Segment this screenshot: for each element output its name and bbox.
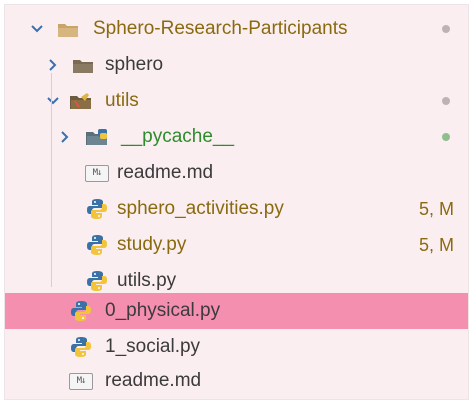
tree-item-study[interactable]: study.py 5, M: [5, 227, 468, 263]
tree-item-label: utils.py: [117, 270, 177, 291]
tree-item-label: sphero: [105, 54, 164, 75]
utils-folder-icon: [69, 89, 93, 113]
tree-item-label: sphero_activities.py: [117, 198, 284, 219]
markdown-file-icon: M↓: [69, 369, 93, 393]
python-file-icon: [85, 197, 109, 221]
tree-item-root-readme[interactable]: M↓ readme.md: [5, 363, 468, 399]
tree-item-label: 0_physical.py: [105, 300, 221, 321]
python-file-icon: [85, 233, 109, 257]
modified-dot: [442, 25, 450, 33]
chevron-right-icon[interactable]: [45, 57, 61, 73]
tree-item-root-folder[interactable]: Sphero-Research-Participants: [5, 11, 468, 47]
tree-item-label: readme.md: [117, 162, 214, 183]
chevron-right-icon[interactable]: [57, 129, 73, 145]
chevron-down-icon[interactable]: [29, 21, 45, 37]
tree-item-label: __pycache__: [121, 126, 235, 147]
tree-item-sphero-folder[interactable]: sphero: [5, 47, 468, 83]
modified-dot: [442, 97, 450, 105]
tree-item-label: 1_social.py: [105, 336, 201, 357]
tree-item-label: readme.md: [105, 370, 202, 391]
pycache-folder-icon: [85, 125, 109, 149]
folder-icon: [71, 53, 95, 77]
tree-item-utils-readme[interactable]: M↓ readme.md: [5, 155, 468, 191]
untracked-dot: [442, 133, 450, 141]
tree-item-pycache-folder[interactable]: __pycache__: [5, 119, 468, 155]
markdown-file-icon: M↓: [85, 161, 109, 185]
folder-icon: [56, 17, 80, 41]
tree-item-social[interactable]: 1_social.py: [5, 329, 468, 365]
tree-item-label: study.py: [117, 234, 187, 255]
python-file-icon: [69, 335, 93, 359]
file-explorer-panel: Sphero-Research-Participants sphero util…: [4, 4, 469, 400]
tree-item-sphero-activities[interactable]: sphero_activities.py 5, M: [5, 191, 468, 227]
git-status-badge: 5, M: [418, 198, 454, 219]
tree-item-label: Sphero-Research-Participants: [93, 18, 348, 39]
chevron-down-icon[interactable]: [45, 93, 61, 109]
python-file-icon: [69, 299, 93, 323]
tree-item-physical[interactable]: 0_physical.py: [5, 293, 468, 329]
tree-item-label: utils: [105, 90, 139, 111]
git-status-badge: 5, M: [418, 234, 454, 255]
tree-item-utils-folder[interactable]: utils: [5, 83, 468, 119]
python-file-icon: [85, 269, 109, 293]
